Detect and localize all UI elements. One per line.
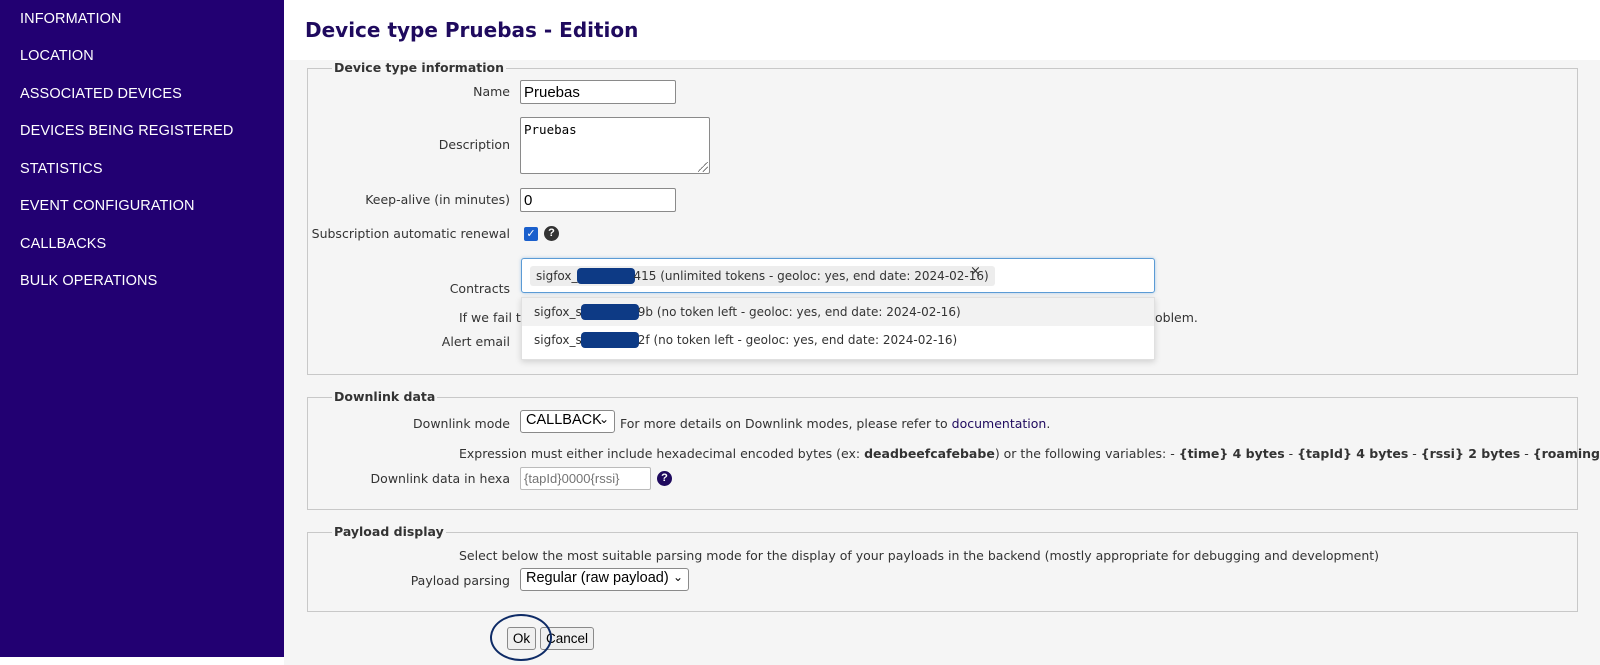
name-input[interactable] <box>520 80 676 104</box>
resize-grip-icon[interactable] <box>698 162 708 172</box>
downlink-help-text: For more details on Downlink modes, plea… <box>620 416 1050 431</box>
option-prefix: sigfox_s <box>534 333 582 347</box>
renewal-checkbox[interactable]: ✓ <box>524 227 538 241</box>
hexa-label: Downlink data in hexa <box>370 471 510 486</box>
option-prefix: sigfox_s <box>534 305 582 319</box>
chevron-down-icon: ⌄ <box>672 570 683 584</box>
downlink-mode-value: CALLBACK <box>526 412 602 428</box>
page-title: Device type Pruebas - Edition <box>305 18 639 42</box>
payload-section: Payload display <box>307 524 1578 612</box>
option-text: 9b (no token left - geoloc: yes, end dat… <box>637 305 961 319</box>
section-legend: Downlink data <box>332 389 438 404</box>
hexa-input[interactable] <box>520 467 651 490</box>
cancel-button[interactable]: Cancel <box>540 627 594 650</box>
keepalive-input[interactable] <box>520 188 676 212</box>
sidebar-item-associated-devices[interactable]: ASSOCIATED DEVICES <box>20 86 182 102</box>
contract-tag-text: 415 (unlimited tokens - geoloc: yes, end… <box>633 269 989 283</box>
fail-text-end: oblem. <box>1155 310 1198 325</box>
remove-icon[interactable]: × <box>970 264 981 279</box>
redaction-mark <box>580 304 639 320</box>
variable-roaming: {roaming} 1 byte <box>1532 446 1600 461</box>
downlink-mode-select[interactable]: CALLBACK ⌄ <box>520 410 615 433</box>
payload-help-text: Select below the most suitable parsing m… <box>459 548 1380 563</box>
fail-text-start: If we fail to <box>459 310 529 325</box>
sidebar-item-callbacks[interactable]: CALLBACKS <box>20 236 106 252</box>
contracts-dropdown: sigfox_s 9b (no token left - geoloc: yes,… <box>521 297 1155 360</box>
variable-rssi: {rssi} 2 bytes <box>1420 446 1521 461</box>
contract-tag: sigfox_ 415 (unlimited tokens - geoloc: y… <box>530 266 995 286</box>
variable-tapid: {tapId} 4 bytes <box>1297 446 1409 461</box>
downlink-help-prefix: For more details on Downlink modes, plea… <box>620 416 948 431</box>
sidebar-item-devices-being-registered[interactable]: DEVICES BEING REGISTERED <box>20 123 234 139</box>
description-textarea[interactable]: Pruebas <box>520 117 710 174</box>
redaction-mark <box>580 332 639 348</box>
separator: - <box>1284 446 1298 461</box>
description-wrapper: Pruebas <box>520 117 710 174</box>
section-legend: Device type information <box>332 60 507 75</box>
expression-text: Expression must either include hexadecim… <box>459 446 865 461</box>
alert-email-label: Alert email <box>441 334 510 349</box>
redaction-mark <box>576 268 635 284</box>
payload-parsing-value: Regular (raw payload) <box>526 570 669 586</box>
description-label: Description <box>438 137 510 152</box>
name-label: Name <box>473 84 510 99</box>
sidebar: INFORMATION LOCATION ASSOCIATED DEVICES … <box>0 0 284 657</box>
variable-time: {time} 4 bytes <box>1178 446 1285 461</box>
sidebar-item-bulk-operations[interactable]: BULK OPERATIONS <box>20 273 157 289</box>
payload-parsing-select[interactable]: Regular (raw payload) ⌄ <box>520 568 689 591</box>
sidebar-item-event-configuration[interactable]: EVENT CONFIGURATION <box>20 198 195 214</box>
sidebar-item-location[interactable]: LOCATION <box>20 48 94 64</box>
payload-parsing-label: Payload parsing <box>410 573 510 588</box>
renewal-label: Subscription automatic renewal <box>311 226 510 241</box>
ok-button[interactable]: Ok <box>507 627 536 650</box>
contracts-label: Contracts <box>449 281 510 296</box>
contract-option[interactable]: sigfox_s 2f (no token left - geoloc: yes,… <box>522 326 1154 354</box>
contracts-select[interactable]: sigfox_ 415 (unlimited tokens - geoloc: y… <box>521 258 1155 293</box>
separator: - <box>1408 446 1421 461</box>
contract-option[interactable]: sigfox_s 9b (no token left - geoloc: yes,… <box>522 298 1154 326</box>
documentation-link[interactable]: documentation <box>952 416 1047 431</box>
expression-text: ) or the following variables: - <box>994 446 1179 461</box>
check-icon: ✓ <box>526 227 536 240</box>
section-legend: Payload display <box>332 524 446 539</box>
chevron-down-icon: ⌄ <box>598 412 609 426</box>
expression-help-text: Expression must either include hexadecim… <box>459 446 1600 461</box>
downlink-mode-label: Downlink mode <box>413 416 510 431</box>
option-text: 2f (no token left - geoloc: yes, end dat… <box>637 333 958 347</box>
downlink-help-suffix: . <box>1046 416 1051 431</box>
sidebar-item-statistics[interactable]: STATISTICS <box>20 161 103 177</box>
help-icon[interactable]: ? <box>544 226 559 241</box>
expression-example: deadbeefcafebabe <box>864 446 995 461</box>
sidebar-item-information[interactable]: INFORMATION <box>20 11 122 27</box>
contract-tag-prefix: sigfox_ <box>536 269 578 283</box>
help-icon[interactable]: ? <box>657 471 672 486</box>
separator: - <box>1520 446 1533 461</box>
keepalive-label: Keep-alive (in minutes) <box>365 192 510 207</box>
